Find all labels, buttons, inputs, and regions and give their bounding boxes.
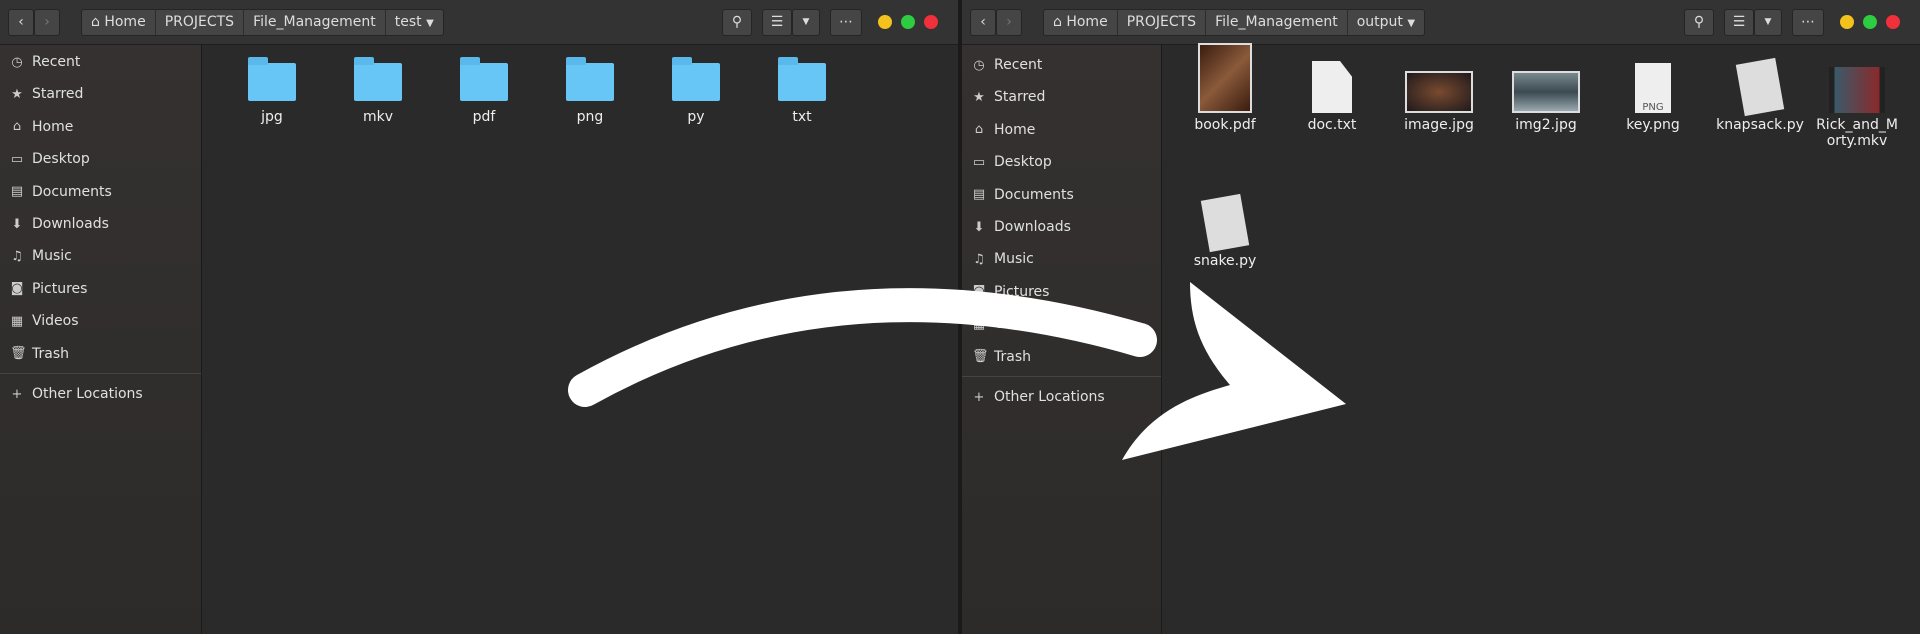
transfer-arrow-icon: [568, 282, 1346, 460]
